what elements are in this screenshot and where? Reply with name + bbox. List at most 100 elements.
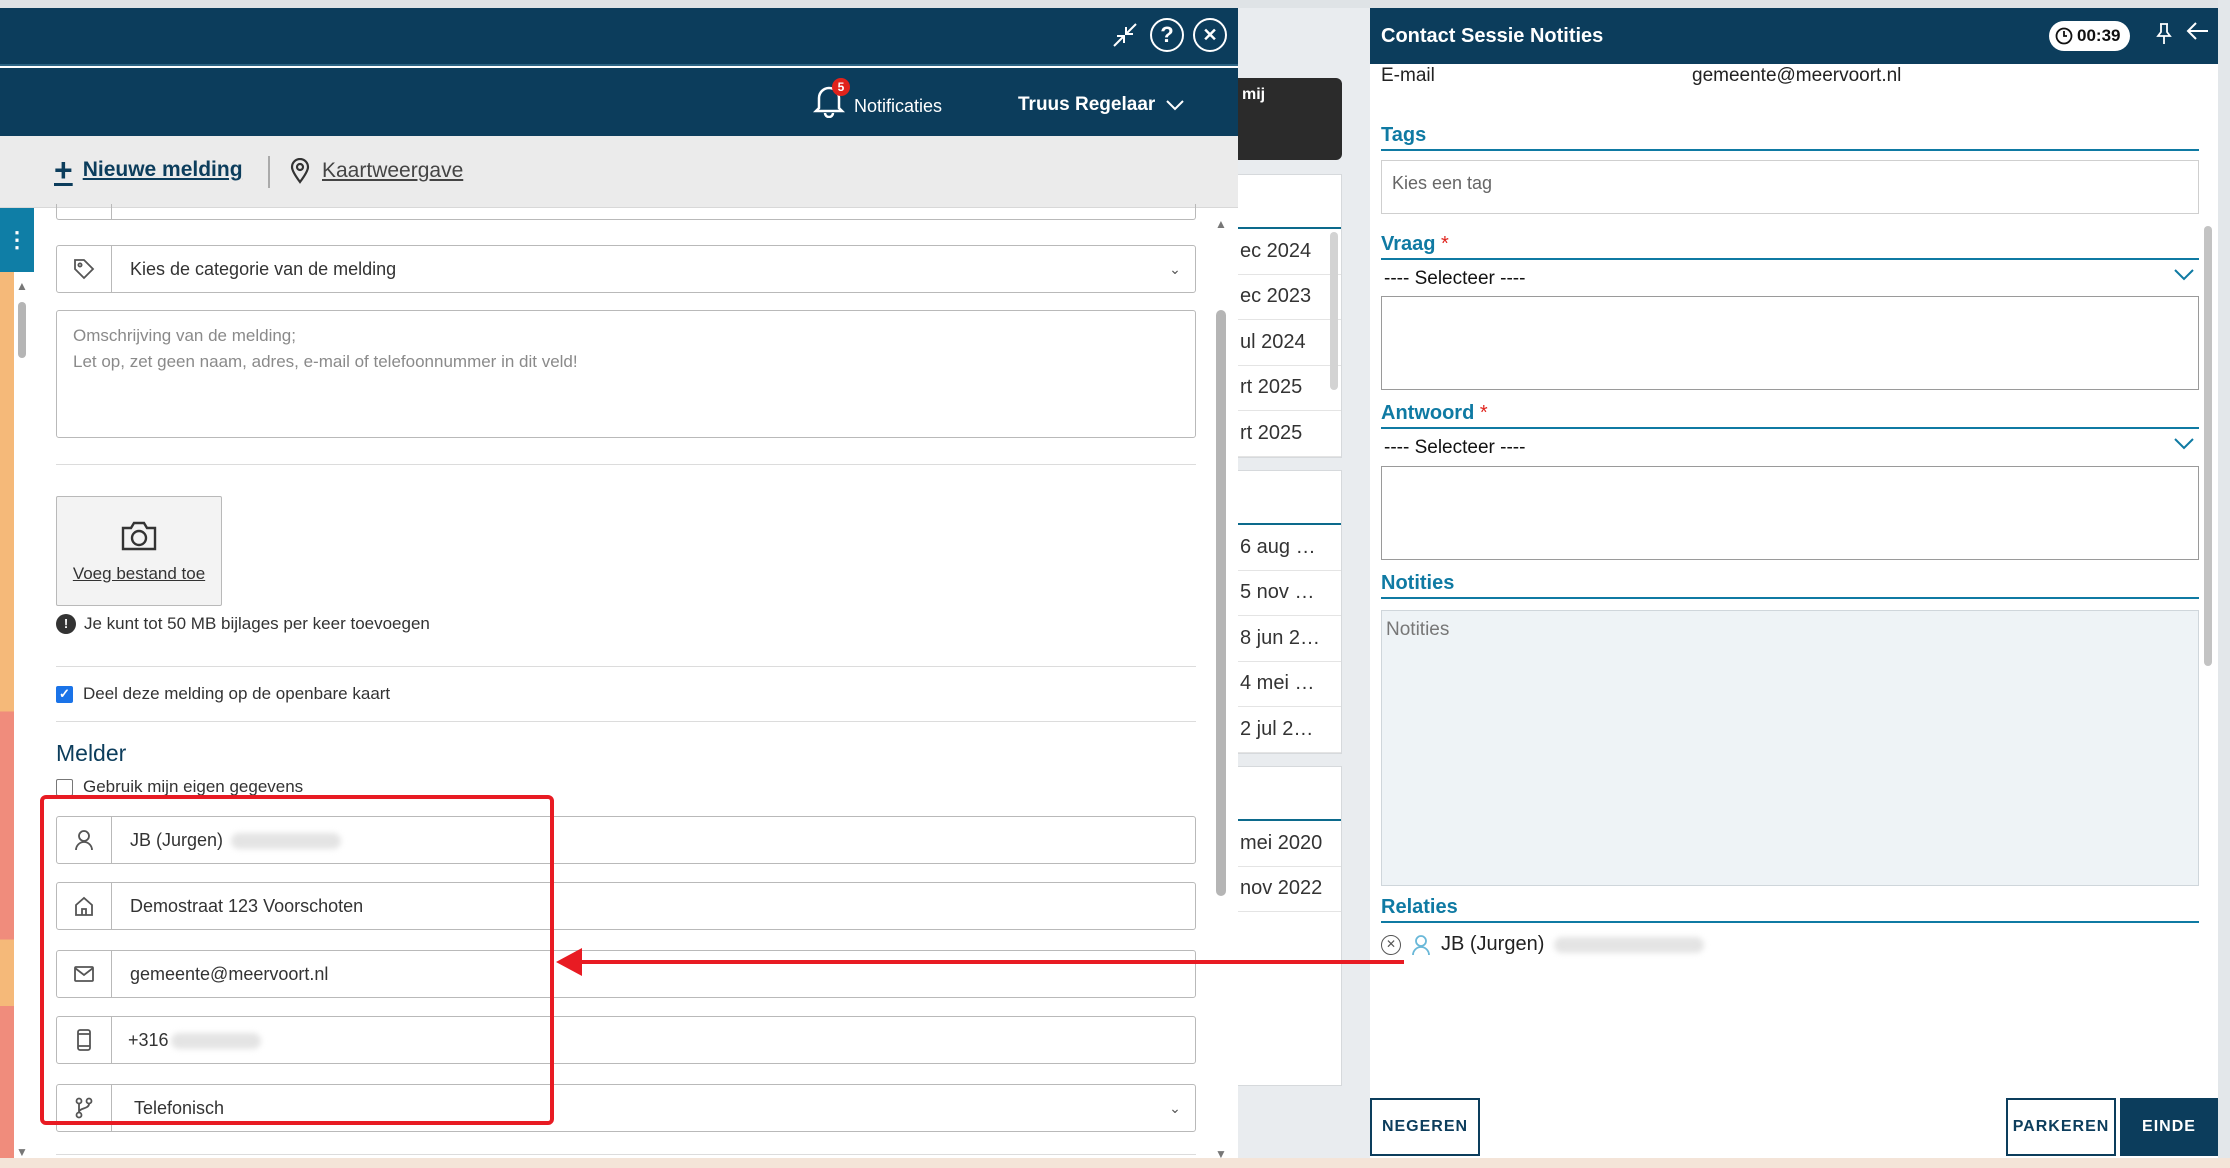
- scroll-down-icon[interactable]: ▼: [1214, 1148, 1228, 1158]
- new-report-link[interactable]: + Nieuwe melding: [54, 152, 243, 188]
- notities-heading: Notities: [1381, 572, 2199, 599]
- notifications-label[interactable]: Notificaties: [854, 96, 942, 117]
- help-icon[interactable]: ?: [1150, 18, 1184, 52]
- antwoord-select[interactable]: ---- Selecteer ----: [1381, 433, 2199, 463]
- user-menu[interactable]: Truus Regelaar: [1018, 94, 1185, 116]
- chevron-down-icon: ⌄: [1169, 1099, 1181, 1116]
- name-value: JB (Jurgen): [130, 829, 224, 850]
- list-item[interactable]: nov 2022: [1238, 867, 1341, 912]
- list-item[interactable]: 5 nov …: [1238, 571, 1341, 616]
- address-value: Demostraat 123 Voorschoten: [130, 895, 364, 916]
- scroll-up-icon[interactable]: ▲: [1214, 218, 1228, 230]
- chevron-down-icon: [1166, 100, 1184, 111]
- close-icon[interactable]: ✕: [1193, 18, 1227, 52]
- report-window: ? ✕ 5 Notificaties Truus Regelaar + Nieu…: [0, 8, 1238, 1158]
- background-right-edge: [2218, 0, 2230, 1168]
- list-item[interactable]: mei 2020: [1238, 821, 1341, 867]
- card-header: [1238, 175, 1341, 229]
- park-button[interactable]: PARKEREN: [2006, 1098, 2116, 1156]
- tags-input[interactable]: Kies een tag: [1381, 160, 2199, 214]
- info-icon: !: [56, 614, 76, 634]
- pin-icon[interactable]: [2156, 22, 2172, 52]
- side-menu-toggle[interactable]: ⋮: [0, 208, 34, 272]
- own-data-label: Gebruik mijn eigen gegevens: [83, 777, 304, 796]
- field-partial: [56, 204, 1196, 220]
- minimize-icon[interactable]: [1108, 18, 1142, 52]
- vraag-heading-text: Vraag: [1381, 233, 1436, 255]
- list-item[interactable]: 6 aug …: [1238, 525, 1341, 571]
- redacted-text: [231, 832, 342, 849]
- own-data-checkbox[interactable]: [56, 778, 73, 796]
- divider: [56, 721, 1196, 722]
- divider: [56, 666, 1196, 667]
- address-field[interactable]: Demostraat 123 Voorschoten: [56, 882, 1196, 930]
- own-data-option[interactable]: Gebruik mijn eigen gegevens: [56, 777, 303, 797]
- scroll-thumb[interactable]: [18, 302, 26, 358]
- list-item[interactable]: ec 2024: [1238, 229, 1341, 275]
- description-textarea[interactable]: Omschrijving van de melding; Let op, zet…: [56, 310, 1196, 438]
- notification-count-badge: 5: [832, 78, 850, 96]
- panel-scrollbar[interactable]: [2202, 66, 2214, 1096]
- notities-textarea[interactable]: Notities: [1381, 610, 2199, 886]
- list-item[interactable]: 2 jul 2…: [1238, 707, 1341, 753]
- status-color-strip: [0, 208, 14, 1158]
- vraag-select[interactable]: ---- Selecteer ----: [1381, 264, 2199, 294]
- panel-footer: NEGEREN PARKEREN EINDE: [1370, 1098, 2218, 1158]
- branch-icon: [57, 1085, 112, 1131]
- phone-value: +316: [128, 1029, 169, 1050]
- left-scrollbar[interactable]: ▲ ▼: [15, 280, 29, 1158]
- ignore-button[interactable]: NEGEREN: [1370, 1098, 1480, 1156]
- phone-icon: [57, 1017, 112, 1063]
- upload-info-text: Je kunt tot 50 MB bijlages per keer toev…: [84, 614, 430, 633]
- email-value: gemeente@meervoort.nl: [130, 963, 329, 984]
- share-map-checkbox[interactable]: ✓: [56, 685, 73, 703]
- list-item[interactable]: 8 jun 2…: [1238, 616, 1341, 662]
- list-item[interactable]: rt 2025: [1238, 366, 1341, 411]
- session-timer: 00:39: [2049, 21, 2131, 51]
- antwoord-textarea[interactable]: [1381, 466, 2199, 560]
- timer-value: 00:39: [2077, 26, 2121, 45]
- add-file-label: Voeg bestand toe: [72, 564, 206, 583]
- vraag-textarea[interactable]: [1381, 296, 2199, 390]
- scroll-thumb[interactable]: [1330, 232, 1338, 390]
- phone-field[interactable]: +316: [56, 1016, 1196, 1064]
- chevron-down-icon: [2173, 266, 2195, 287]
- card-header: [1238, 471, 1341, 525]
- name-field[interactable]: JB (Jurgen): [56, 816, 1196, 864]
- scroll-up-icon[interactable]: ▲: [15, 280, 29, 292]
- scroll-thumb[interactable]: [2204, 226, 2212, 666]
- relation-name[interactable]: JB (Jurgen): [1441, 933, 1544, 956]
- contact-channel-select[interactable]: Telefonisch ⌄: [56, 1084, 1196, 1132]
- form-scrollbar[interactable]: ▲ ▼: [1214, 218, 1228, 1158]
- chevron-down-icon: ⌄: [1169, 260, 1181, 277]
- divider: [56, 464, 1196, 465]
- required-mark: *: [1479, 402, 1488, 424]
- list-item[interactable]: ul 2024: [1238, 320, 1341, 366]
- remove-relation-icon[interactable]: ✕: [1381, 934, 1401, 955]
- email-value: gemeente@meervoort.nl: [1692, 65, 1902, 86]
- email-field[interactable]: gemeente@meervoort.nl: [56, 950, 1196, 998]
- user-icon: [57, 817, 112, 863]
- camera-icon: [57, 519, 221, 558]
- background-card: ec 2024 ec 2023 ul 2024 rt 2025 rt 2025: [1238, 174, 1342, 458]
- end-button[interactable]: EINDE: [2120, 1098, 2218, 1156]
- category-select[interactable]: Kies de categorie van de melding ⌄: [56, 245, 1196, 293]
- redacted-text: [170, 1032, 261, 1049]
- plus-icon: +: [54, 152, 73, 188]
- antwoord-select-value: ---- Selecteer ----: [1384, 437, 1526, 458]
- upload-info: ! Je kunt tot 50 MB bijlages per keer to…: [56, 614, 430, 634]
- list-item[interactable]: ec 2023: [1238, 275, 1341, 320]
- scroll-thumb[interactable]: [1216, 310, 1226, 896]
- list-item[interactable]: rt 2025: [1238, 411, 1341, 457]
- relaties-heading: Relaties: [1381, 896, 2199, 923]
- arrow-left-icon[interactable]: [2186, 20, 2210, 48]
- add-file-button[interactable]: Voeg bestand toe: [56, 496, 222, 606]
- share-map-label: Deel deze melding op de openbare kaart: [83, 684, 391, 703]
- scroll-down-icon[interactable]: ▼: [15, 1146, 29, 1158]
- map-view-link[interactable]: Kaartweergave: [290, 158, 463, 184]
- email-label: E-mail: [1381, 65, 1435, 86]
- user-name: Truus Regelaar: [1018, 94, 1156, 115]
- share-map-option[interactable]: ✓ Deel deze melding op de openbare kaart: [56, 684, 390, 704]
- report-form: Kies de categorie van de melding ⌄ Omsch…: [56, 204, 1196, 1158]
- list-item[interactable]: 4 mei …: [1238, 662, 1341, 707]
